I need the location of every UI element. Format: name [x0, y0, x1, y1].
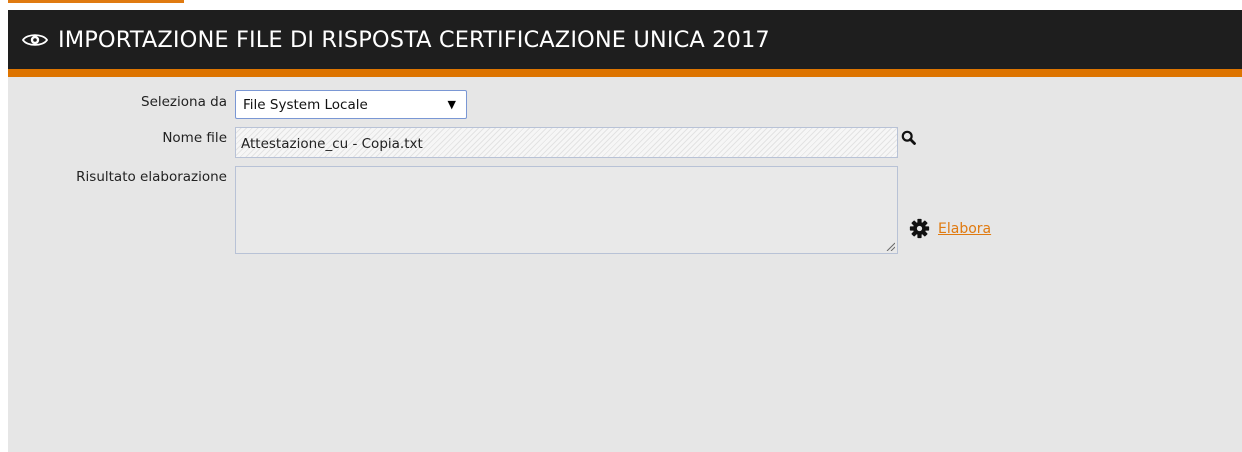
header-accent-line [8, 69, 1242, 77]
result-label: Risultato elaborazione [76, 169, 227, 185]
result-textarea[interactable] [235, 166, 898, 254]
search-icon[interactable] [901, 130, 917, 146]
page-title: IMPORTAZIONE FILE DI RISPOSTA CERTIFICAZ… [58, 26, 770, 53]
source-select-value: File System Locale [243, 97, 368, 113]
elabora-button[interactable]: Elabora [909, 218, 991, 239]
resize-handle-icon[interactable] [886, 242, 895, 251]
file-name-label: Nome file [162, 130, 227, 146]
file-name-value: Attestazione_cu - Copia.txt [241, 136, 423, 152]
elabora-link[interactable]: Elabora [938, 221, 991, 237]
file-name-field[interactable]: Attestazione_cu - Copia.txt [235, 127, 898, 158]
page-header: IMPORTAZIONE FILE DI RISPOSTA CERTIFICAZ… [8, 10, 1242, 69]
top-accent-bar [8, 0, 184, 3]
source-label: Seleziona da [141, 94, 227, 110]
source-select[interactable]: File System Locale ▼ [235, 90, 467, 119]
gear-icon [909, 218, 930, 239]
window: IMPORTAZIONE FILE DI RISPOSTA CERTIFICAZ… [8, 0, 1242, 452]
form-panel: Seleziona da File System Locale ▼ Nome f… [8, 77, 1242, 452]
eye-icon [20, 29, 50, 51]
dropdown-arrow-icon: ▼ [447, 98, 456, 111]
